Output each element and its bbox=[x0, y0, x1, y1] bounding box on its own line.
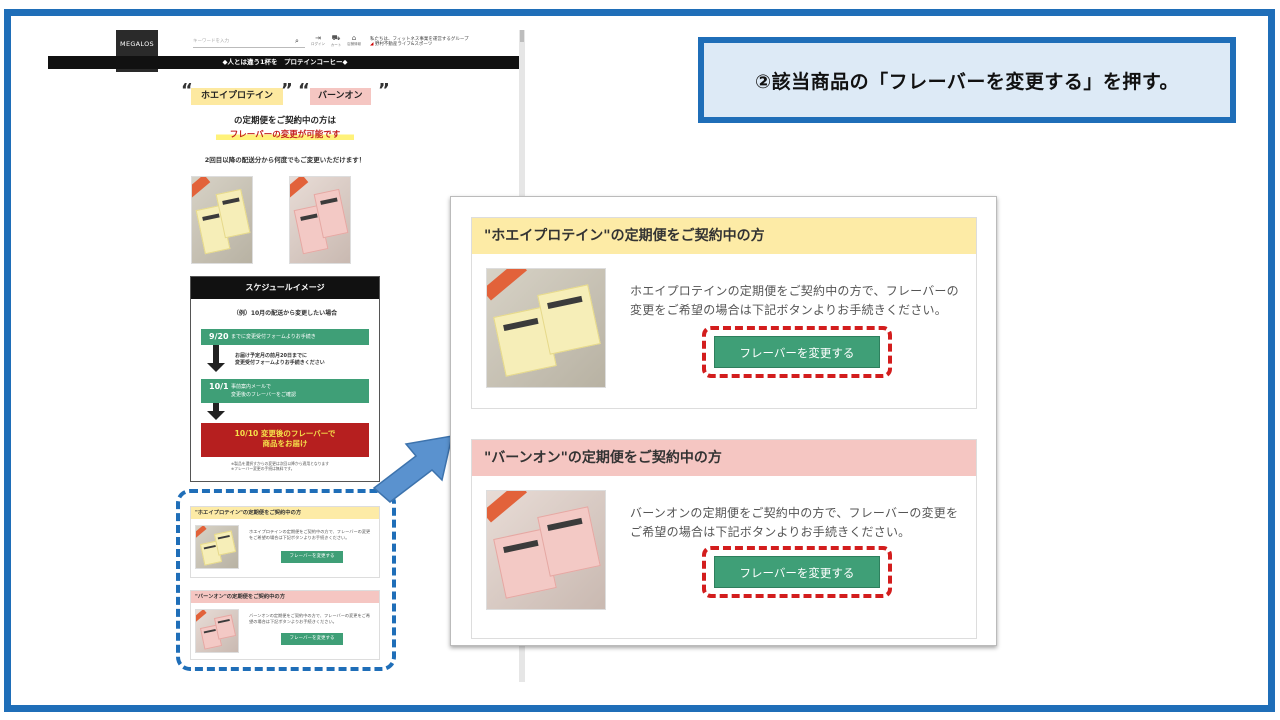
cart-icon[interactable]: ⛟ カート bbox=[328, 34, 344, 48]
top-banner[interactable]: ◆人とは違う1杯を プロテインコーヒー◆ bbox=[48, 56, 522, 69]
schedule-final: 10/10 変更後のフレーバーで 商品をお届け bbox=[201, 423, 369, 457]
burnon-product-image bbox=[486, 490, 606, 610]
whey-product-image[interactable] bbox=[191, 176, 253, 264]
schedule-note: お届け予定月の前月20日までに 変更受付フォームよりお手続きください bbox=[235, 353, 325, 366]
search-icon[interactable]: ⌕ bbox=[295, 37, 299, 46]
store-icon[interactable]: ⌂ 店舗情報 bbox=[346, 34, 362, 47]
schedule-step-2: 10/1 事前案内メールで 変更後のフレーバーをご確認 bbox=[201, 379, 369, 403]
zoomed-detail: "ホエイプロテイン"の定期便をご契約中の方 ホエイプロテインの定期便をご契約中の… bbox=[450, 196, 997, 646]
schedule-example: （例）10月の配送から変更したい場合 bbox=[232, 310, 338, 317]
arrow-down-icon bbox=[213, 345, 219, 363]
search-input[interactable]: キーワードを入力 bbox=[193, 38, 305, 48]
lead-highlight: フレーバーの変更が可能です bbox=[216, 128, 354, 140]
tag-whey: ホエイプロテイン bbox=[191, 88, 284, 105]
schedule-title: スケジュールイメージ bbox=[191, 277, 379, 299]
instruction-callout: ②該当商品の「フレーバーを変更する」を押す。 bbox=[698, 37, 1236, 123]
section-text-whey: ホエイプロテインの定期便をご契約中の方で、フレーバーの変更をご希望の場合は下記ボ… bbox=[630, 284, 959, 317]
section-burnon: "バーンオン"の定期便をご契約中の方 バーンオンの定期便をご契約中の方で、フレー… bbox=[471, 439, 977, 639]
section-title-burnon: "バーンオン"の定期便をご契約中の方 bbox=[472, 440, 976, 476]
section-text-burnon: バーンオンの定期便をご契約中の方で、フレーバーの変更をご希望の場合は下記ボタンよ… bbox=[630, 506, 959, 539]
quote-mark: “ bbox=[298, 80, 310, 101]
brand-label[interactable]: 私たちは、フィットネス事業を運営するグループ ◢ 野村不動産ライフ&スポーツ bbox=[370, 37, 469, 47]
instruction-text: ②該当商品の「フレーバーを変更する」を押す。 bbox=[755, 70, 1179, 93]
tag-burnon: バーンオン bbox=[310, 88, 371, 105]
section-title-whey: "ホエイプロテイン"の定期便をご契約中の方 bbox=[472, 218, 976, 254]
schedule-footnote: ※製品を選択すからの変更は次回以降から適用となります ※フレーバー変更の手続は無… bbox=[231, 461, 329, 471]
change-flavor-button-whey[interactable]: フレーバーを変更する bbox=[714, 336, 880, 368]
whey-product-image bbox=[486, 268, 606, 388]
arrow-down-icon bbox=[207, 363, 225, 372]
burnon-product-image[interactable] bbox=[289, 176, 351, 264]
pointer-arrow-icon bbox=[372, 435, 453, 503]
quote-mark: ” bbox=[281, 80, 293, 101]
login-icon[interactable]: ⇥ ログイン bbox=[310, 34, 326, 47]
quote-mark: ” bbox=[378, 80, 390, 101]
lead-text: の定期便をご契約中の方は bbox=[233, 116, 336, 126]
arrow-down-icon bbox=[207, 411, 225, 420]
change-flavor-button-burnon[interactable]: フレーバーを変更する bbox=[714, 556, 880, 588]
schedule-box: スケジュールイメージ （例）10月の配送から変更したい場合 9/20 までに変更受… bbox=[190, 276, 380, 482]
schedule-step-1: 9/20 までに変更受付フォームよりお手続き bbox=[201, 329, 369, 345]
lead-subtext: 2回目以降の配送分から何度でもご変更いただけます！ bbox=[204, 156, 366, 164]
highlight-dashed-box bbox=[176, 489, 396, 671]
scrollbar-thumb[interactable] bbox=[520, 30, 524, 42]
section-whey: "ホエイプロテイン"の定期便をご契約中の方 ホエイプロテインの定期便をご契約中の… bbox=[471, 217, 977, 409]
